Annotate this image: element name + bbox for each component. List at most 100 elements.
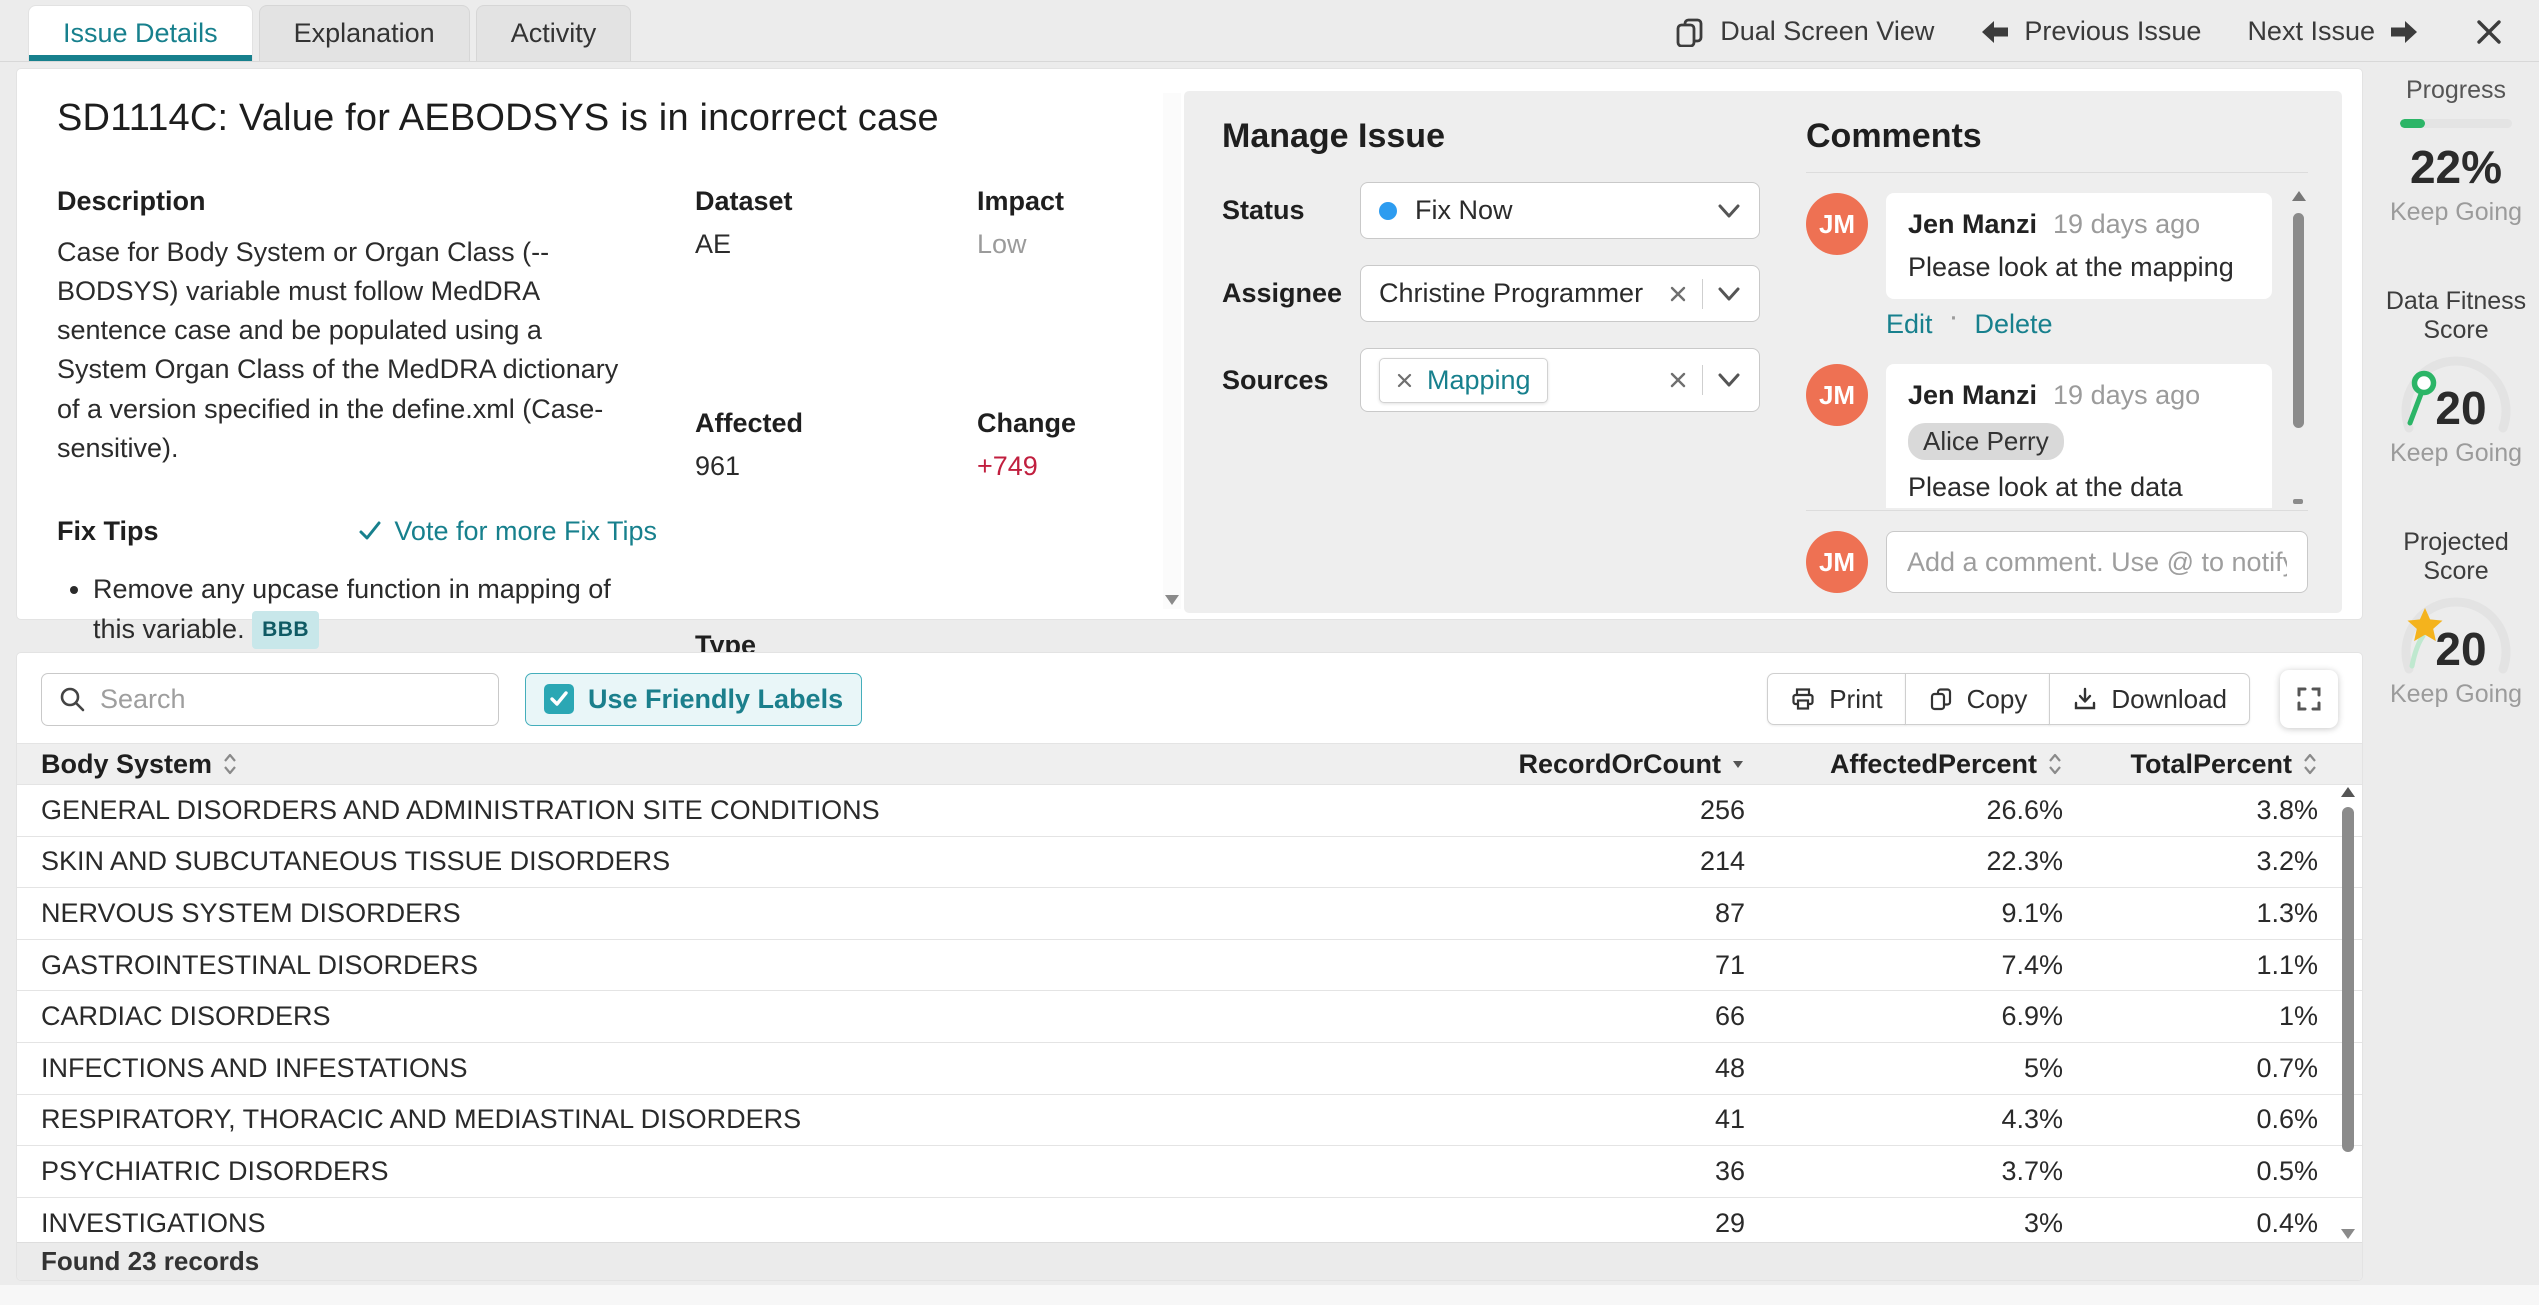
source-tag-mapping[interactable]: Mapping <box>1379 358 1548 403</box>
next-issue-label: Next Issue <box>2247 16 2375 47</box>
divider <box>1702 365 1703 395</box>
column-label: Body System <box>41 749 212 780</box>
edit-comment-link[interactable]: Edit <box>1886 309 1933 340</box>
value-cell: 3.2% <box>2063 846 2318 877</box>
table-row[interactable]: PSYCHIATRIC DISORDERS363.7%0.5% <box>17 1146 2362 1198</box>
value-cell: 0.4% <box>2063 1208 2318 1239</box>
body-system-cell: INFECTIONS AND INFESTATIONS <box>41 1053 1385 1084</box>
search-icon <box>58 685 86 713</box>
tab-explanation[interactable]: Explanation <box>259 5 470 61</box>
table-toolbar: Use Friendly Labels Print Copy Download <box>17 653 2362 743</box>
value-cell: 87 <box>1385 898 1745 929</box>
description-label: Description <box>57 186 637 217</box>
column-header-affected-percent[interactable]: AffectedPercent <box>1745 749 2063 780</box>
tab-issue-details[interactable]: Issue Details <box>28 5 253 61</box>
record-count: Found 23 records <box>41 1246 259 1277</box>
value-cell: 66 <box>1385 1001 1745 1032</box>
comments-scroll-area: JM Jen Manzi 19 days ago Please look at … <box>1806 172 2308 508</box>
bbb-badge: BBB <box>252 611 319 649</box>
column-header-total-percent[interactable]: TotalPercent <box>2063 749 2318 780</box>
body-system-cell: RESPIRATORY, THORACIC AND MEDIASTINAL DI… <box>41 1104 1385 1135</box>
value-cell: 22.3% <box>1745 846 2063 877</box>
column-label: AffectedPercent <box>1830 749 2037 780</box>
table-scrollbar[interactable] <box>2338 785 2358 1241</box>
add-comment-input[interactable] <box>1886 531 2308 593</box>
scroll-up-arrow-icon[interactable] <box>2292 191 2306 201</box>
value-cell: 0.5% <box>2063 1156 2318 1187</box>
download-button[interactable]: Download <box>2049 673 2250 725</box>
scroll-down-arrow-icon[interactable] <box>1165 595 1179 605</box>
progress-label: Progress <box>2380 76 2532 105</box>
checkbox-checked-icon[interactable] <box>544 684 574 714</box>
dual-screen-label: Dual Screen View <box>1720 16 1934 47</box>
delete-comment-link[interactable]: Delete <box>1975 309 2053 340</box>
column-header-record-or-count[interactable]: RecordOrCount <box>1385 749 1745 780</box>
table-row[interactable]: GENERAL DISORDERS AND ADMINISTRATION SIT… <box>17 785 2362 837</box>
remove-tag-icon[interactable] <box>1396 372 1413 389</box>
dual-screen-view-button[interactable]: Dual Screen View <box>1674 16 1934 47</box>
tab-label: Activity <box>511 18 597 49</box>
column-header-body-system[interactable]: Body System <box>41 749 1385 780</box>
column-label: TotalPercent <box>2130 749 2292 780</box>
assignee-select[interactable]: Christine Programmer <box>1360 265 1760 322</box>
print-icon <box>1790 686 1816 712</box>
scroll-up-arrow-icon[interactable] <box>2341 787 2355 797</box>
sources-select[interactable]: Mapping <box>1360 348 1760 412</box>
vote-fix-tips-link[interactable]: Vote for more Fix Tips <box>358 516 657 547</box>
dataset-value: AE <box>695 229 977 260</box>
value-cell: 48 <box>1385 1053 1745 1084</box>
table-row[interactable]: SKIN AND SUBCUTANEOUS TISSUE DISORDERS21… <box>17 837 2362 889</box>
comment-author: Jen Manzi <box>1908 209 2037 240</box>
value-cell: 29 <box>1385 1208 1745 1239</box>
comments-scrollbar[interactable] <box>2290 191 2308 504</box>
source-tag-label: Mapping <box>1427 365 1531 396</box>
comment-bubble: Jen Manzi 19 days ago Alice Perry Please… <box>1886 364 2272 508</box>
use-friendly-labels-toggle[interactable]: Use Friendly Labels <box>525 673 862 726</box>
print-button[interactable]: Print <box>1767 673 1905 725</box>
value-cell: 41 <box>1385 1104 1745 1135</box>
status-value: Fix Now <box>1415 195 1513 226</box>
sort-icon <box>222 751 238 777</box>
body-system-cell: SKIN AND SUBCUTANEOUS TISSUE DISORDERS <box>41 846 1385 877</box>
chevron-down-icon[interactable] <box>1717 285 1741 303</box>
progress-bar-fill <box>2400 119 2425 128</box>
scrollbar-thumb[interactable] <box>2342 807 2354 1152</box>
previous-issue-button[interactable]: Previous Issue <box>1980 16 2201 47</box>
fix-tip-item: Remove any upcase function in mapping of… <box>93 569 657 650</box>
value-cell: 3.7% <box>1745 1156 2063 1187</box>
scrollbar-end[interactable] <box>2293 499 2303 504</box>
table-row[interactable]: GASTROINTESTINAL DISORDERS717.4%1.1% <box>17 940 2362 992</box>
copy-button[interactable]: Copy <box>1905 673 2051 725</box>
chevron-down-icon[interactable] <box>1717 371 1741 389</box>
chevron-down-icon[interactable] <box>1717 202 1741 220</box>
scroll-down-arrow-icon[interactable] <box>2341 1229 2355 1239</box>
table-row[interactable]: INFECTIONS AND INFESTATIONS485%0.7% <box>17 1043 2362 1095</box>
close-icon[interactable] <box>2475 18 2503 46</box>
data-fitness-caption: Keep Going <box>2380 439 2532 468</box>
comment-item: JM Jen Manzi 19 days ago Alice Perry Ple… <box>1806 364 2272 508</box>
next-issue-button[interactable]: Next Issue <box>2247 16 2419 47</box>
value-cell: 36 <box>1385 1156 1745 1187</box>
status-dot-icon <box>1379 202 1397 220</box>
status-label: Status <box>1222 195 1360 226</box>
column-label: RecordOrCount <box>1519 749 1722 780</box>
data-fitness-value: 20 <box>2401 381 2521 435</box>
clear-icon[interactable] <box>1668 284 1688 304</box>
body-system-cell: INVESTIGATIONS <box>41 1208 1385 1239</box>
search-box[interactable] <box>41 673 499 726</box>
download-icon <box>2072 686 2098 712</box>
fullscreen-button[interactable] <box>2280 670 2338 728</box>
scrollbar-thumb[interactable] <box>2293 213 2304 428</box>
description-scrollbar[interactable] <box>1163 93 1181 609</box>
top-bar: Issue Details Explanation Activity Dual … <box>0 0 2539 62</box>
status-select[interactable]: Fix Now <box>1360 182 1760 239</box>
table-row[interactable]: NERVOUS SYSTEM DISORDERS879.1%1.3% <box>17 888 2362 940</box>
tab-activity[interactable]: Activity <box>476 5 632 61</box>
table-row[interactable]: CARDIAC DISORDERS666.9%1% <box>17 991 2362 1043</box>
clear-icon[interactable] <box>1668 370 1688 390</box>
mention-pill[interactable]: Alice Perry <box>1908 423 2064 460</box>
table-header-row: Body System RecordOrCount AffectedPercen… <box>17 743 2362 785</box>
use-friendly-labels-label: Use Friendly Labels <box>588 684 843 715</box>
search-input[interactable] <box>100 684 482 715</box>
table-row[interactable]: RESPIRATORY, THORACIC AND MEDIASTINAL DI… <box>17 1095 2362 1147</box>
